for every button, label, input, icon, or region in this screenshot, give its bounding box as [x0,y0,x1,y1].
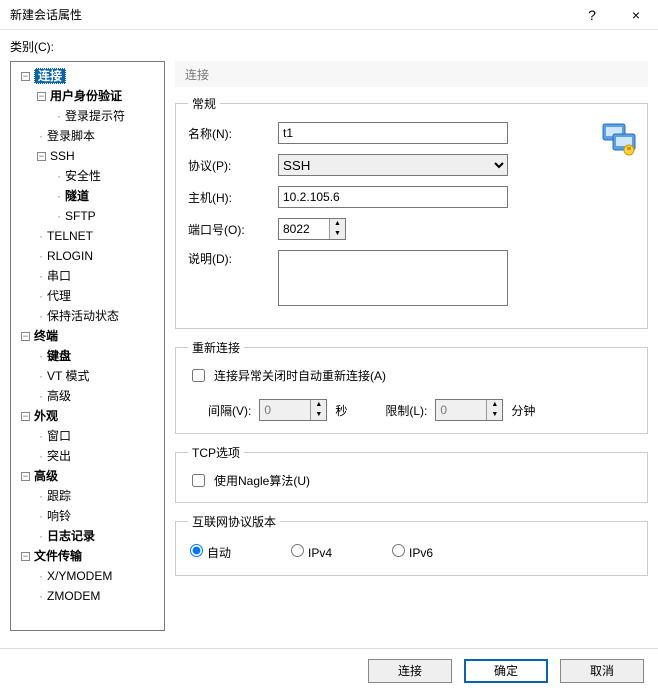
group-ipversion: 互联网协议版本 自动 IPv4 IPv6 [175,513,648,576]
name-input[interactable] [278,122,508,144]
ok-button[interactable]: 确定 [464,659,548,683]
tree-vt[interactable]: VT 模式 [47,369,89,383]
collapse-icon[interactable]: − [21,412,30,421]
label-minutes: 分钟 [511,402,535,419]
tree-proxy[interactable]: 代理 [47,289,71,303]
legend-general: 常规 [188,95,220,112]
tree-auth[interactable]: 用户身份验证 [50,89,122,103]
legend-ipversion: 互联网协议版本 [188,513,280,530]
panel-header: 连接 [175,61,648,87]
tree-rlogin[interactable]: RLOGIN [47,249,93,263]
tree-zmodem[interactable]: ZMODEM [47,589,100,603]
auto-reconnect-checkbox[interactable] [192,369,205,382]
group-general: 常规 名称(N): 协议(P): SSH 主机(H): 端口号(O): [175,95,648,329]
tree-login-prompt[interactable]: 登录提示符 [65,109,125,123]
tree-log[interactable]: 日志记录 [47,529,95,543]
description-input[interactable] [278,250,508,306]
tree-keepalive[interactable]: 保持活动状态 [47,309,119,323]
group-reconnect: 重新连接 连接异常关闭时自动重新连接(A) 间隔(V): ▲▼ 秒 限制(L): [175,339,648,434]
auto-reconnect-label: 连接异常关闭时自动重新连接(A) [214,367,386,384]
label-name: 名称(N): [188,125,268,142]
connect-button[interactable]: 连接 [368,659,452,683]
computers-icon [599,118,639,158]
chevron-down-icon: ▼ [311,410,326,420]
nagle-label: 使用Nagle算法(U) [214,472,310,489]
tree-bell[interactable]: 响铃 [47,509,71,523]
chevron-down-icon: ▼ [487,410,502,420]
interval-input [260,400,310,420]
tree-connection[interactable]: 连接 [34,68,66,84]
protocol-select[interactable]: SSH [278,154,508,176]
tree-terminal[interactable]: 终端 [34,329,58,343]
tree-telnet[interactable]: TELNET [47,229,93,243]
window-title: 新建会话属性 [10,6,570,23]
chevron-up-icon: ▲ [487,400,502,410]
radio-auto[interactable]: 自动 [190,544,231,561]
limit-input [436,400,486,420]
tree-xymodem[interactable]: X/YMODEM [47,569,112,583]
collapse-icon[interactable]: − [37,92,46,101]
collapse-icon[interactable]: − [37,152,46,161]
tree-tunnel[interactable]: 隧道 [65,189,89,203]
chevron-down-icon[interactable]: ▼ [330,229,345,239]
label-host: 主机(H): [188,189,268,206]
tree-sftp[interactable]: SFTP [65,209,96,223]
radio-ipv4[interactable]: IPv4 [291,544,332,561]
tree-file-transfer[interactable]: 文件传输 [34,549,82,563]
tree-window[interactable]: 窗口 [47,429,71,443]
legend-reconnect: 重新连接 [188,339,244,356]
tree-login-script[interactable]: 登录脚本 [47,129,95,143]
close-icon[interactable]: × [614,0,658,30]
label-desc: 说明(D): [188,250,268,267]
tree-keyboard[interactable]: 键盘 [47,349,71,363]
limit-stepper: ▲▼ [435,399,503,421]
label-interval: 间隔(V): [208,402,251,419]
chevron-up-icon[interactable]: ▲ [330,219,345,229]
group-tcp: TCP选项 使用Nagle算法(U) [175,444,648,503]
tree-serial[interactable]: 串口 [47,269,71,283]
tree-advanced-t[interactable]: 高级 [47,389,71,403]
label-port: 端口号(O): [188,221,268,238]
host-input[interactable] [278,186,508,208]
tree-security[interactable]: 安全性 [65,169,101,183]
collapse-icon[interactable]: − [21,72,30,81]
port-input[interactable] [279,219,329,239]
label-seconds: 秒 [335,402,347,419]
cancel-button[interactable]: 取消 [560,659,644,683]
label-limit: 限制(L): [385,402,427,419]
tree-appearance[interactable]: 外观 [34,409,58,423]
label-protocol: 协议(P): [188,157,268,174]
tree-highlight[interactable]: 突出 [47,449,71,463]
collapse-icon[interactable]: − [21,552,30,561]
radio-ipv6[interactable]: IPv6 [392,544,433,561]
category-label: 类别(C): [10,38,648,55]
category-tree[interactable]: −连接 −用户身份验证 ·登录提示符 ·登录脚本 −SSH ·安全性 ·隧道 ·… [10,61,165,631]
tree-ssh[interactable]: SSH [50,149,75,163]
collapse-icon[interactable]: − [21,332,30,341]
nagle-checkbox[interactable] [192,474,205,487]
collapse-icon[interactable]: − [21,472,30,481]
interval-stepper: ▲▼ [259,399,327,421]
tree-advanced[interactable]: 高级 [34,469,58,483]
help-icon[interactable]: ? [570,0,614,30]
tree-trace[interactable]: 跟踪 [47,489,71,503]
port-stepper[interactable]: ▲▼ [278,218,346,240]
chevron-up-icon: ▲ [311,400,326,410]
legend-tcp: TCP选项 [188,444,244,461]
